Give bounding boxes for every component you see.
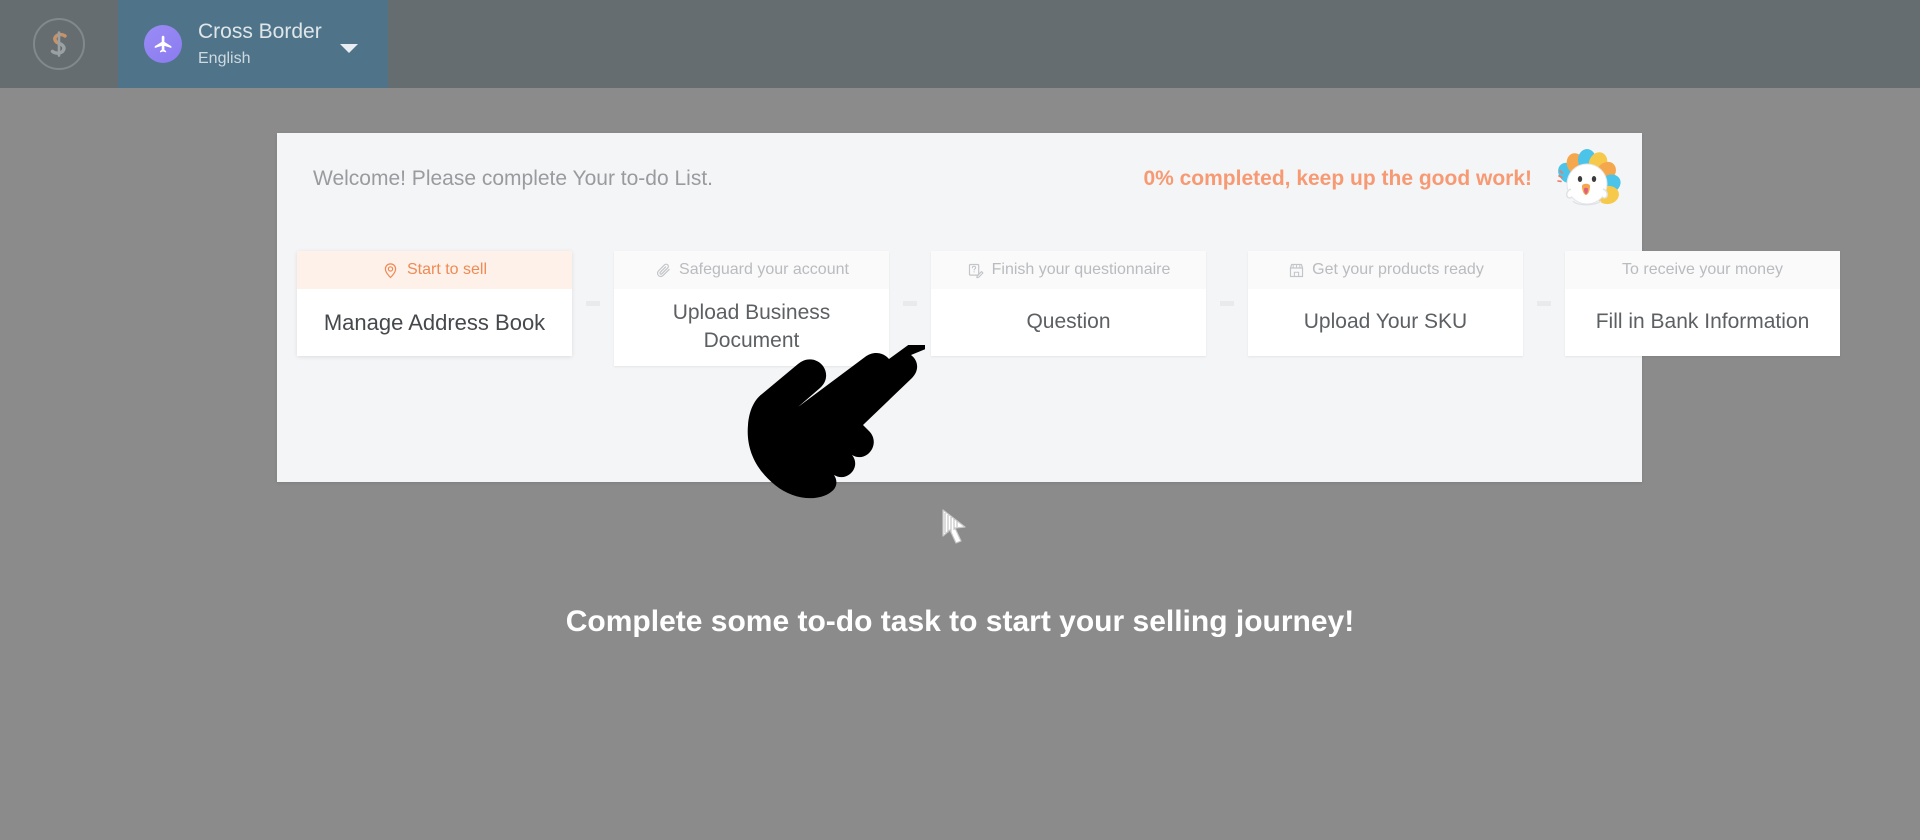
progress-status: 0% completed, keep up the good work! [1143,167,1532,190]
task-card-header-label: Finish your questionnaire [991,261,1171,278]
chick-mascot-icon [1542,143,1628,229]
journey-message: Complete some to-do task to start your s… [565,605,1355,638]
brand-name: Cross Border [198,19,322,43]
task-card-header: To receive your money [1565,251,1840,289]
task-card-header: Start to sell [297,251,572,289]
card-connector [1523,251,1565,356]
task-card-title[interactable]: Upload Business Document [614,289,889,366]
airplane-icon [144,25,182,63]
brand-text-block: Cross Border English [198,19,322,69]
top-bar: Cross Border English [0,0,1920,88]
task-card-title[interactable]: Fill in Bank Information [1565,289,1840,356]
card-connector [1206,251,1248,356]
task-card-title[interactable]: Upload Your SKU [1248,289,1523,356]
panel-header: Welcome! Please complete Your to-do List… [277,133,1642,225]
s-logo-icon [33,18,85,70]
todo-list-panel: Welcome! Please complete Your to-do List… [277,133,1840,482]
location-pin-icon [382,261,400,279]
task-card-header: Get your products ready [1248,251,1523,289]
task-card-title[interactable]: Manage Address Book [297,289,572,356]
task-card-header-label: To receive your money [1622,261,1783,278]
task-card-title[interactable]: Question [931,289,1206,356]
chevron-down-icon[interactable] [339,43,358,53]
storefront-icon [1287,261,1305,279]
task-card-header-label: Start to sell [406,261,488,278]
task-card-question[interactable]: Finish your questionnaire Question [931,251,1206,356]
card-connector [889,251,931,356]
task-cards-row: Start to sell Manage Address Book Safegu… [297,251,1840,366]
task-card-upload-your-sku[interactable]: Get your products ready Upload Your SKU [1248,251,1523,356]
app-logo[interactable] [0,0,118,88]
mouse-arrow-cursor [940,508,972,548]
card-connector [572,251,614,356]
paperclip-icon [654,261,672,279]
welcome-message: Welcome! Please complete Your to-do List… [313,167,713,190]
task-card-fill-in-bank-information[interactable]: To receive your money Fill in Bank Infor… [1565,251,1840,356]
brand-language: English [198,50,251,68]
task-card-header-label: Get your products ready [1312,261,1484,278]
task-card-upload-business-document[interactable]: Safeguard your account Upload Business D… [614,251,889,366]
questionnaire-icon [967,261,985,279]
task-card-header: Safeguard your account [614,251,889,289]
brand-tab-cross-border[interactable]: Cross Border English [118,0,388,88]
task-card-header: Finish your questionnaire [931,251,1206,289]
task-card-header-label: Safeguard your account [679,261,849,278]
task-card-manage-address-book[interactable]: Start to sell Manage Address Book [297,251,572,356]
